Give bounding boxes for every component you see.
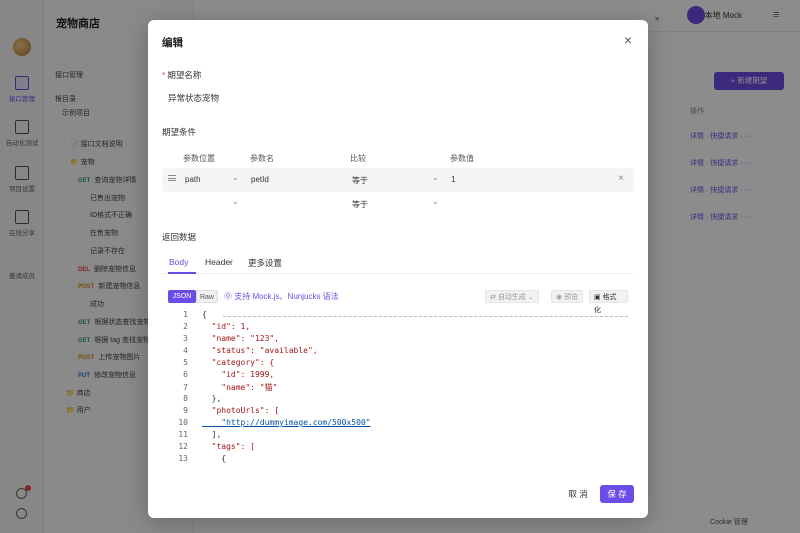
chevron-down-icon[interactable]: ⌄	[232, 197, 239, 206]
format-button[interactable]: ▣ 格式化	[589, 290, 628, 314]
delete-row-icon[interactable]: ×	[618, 173, 624, 184]
cancel-button[interactable]: 取 消	[560, 485, 596, 503]
code-line: 4 "status": "available",	[183, 346, 318, 355]
param-name-input[interactable]: petId	[251, 175, 269, 184]
col-value: 参数值	[450, 154, 474, 163]
code-line: 7 "name": "猫"	[183, 383, 278, 392]
code-line: 8 },	[183, 394, 222, 403]
drag-handle-icon[interactable]	[168, 175, 176, 181]
code-line: 3 "name": "123",	[183, 334, 280, 343]
code-line: 13 {	[178, 454, 227, 463]
code-line: 2 "id": 1,	[183, 322, 251, 331]
code-line: 12 "tags": [	[178, 442, 255, 451]
edit-modal: 编辑 × * 期望名称 异常状态宠物 期望条件 参数位置 参数名 比较 参数值 p…	[148, 20, 648, 518]
code-line: 6 "id": 1999,	[183, 370, 275, 379]
tab-header[interactable]: Header	[205, 257, 233, 267]
json-code-editor[interactable]: 1{ 2 "id": 1, 3 "name": "123", 4 "status…	[168, 310, 630, 478]
syntax-help-link[interactable]: ⓪ 支持 Mock.js、Nunjucks 语法	[224, 291, 339, 302]
position-select[interactable]: path	[185, 175, 201, 184]
param-value-input[interactable]: 1	[451, 175, 455, 184]
code-line: 9 "photoUrls": [	[183, 406, 280, 415]
active-tab-indicator	[168, 272, 196, 274]
condition-row: path ⌄ petId 等于 ⌄ 1 ×	[162, 168, 634, 192]
conditions-label: 期望条件	[162, 127, 197, 137]
name-label: * 期望名称	[162, 70, 202, 80]
tab-more-settings[interactable]: 更多设置	[248, 257, 282, 269]
response-tabs: Body Header 更多设置	[162, 252, 634, 274]
col-compare: 比较	[350, 154, 366, 163]
chevron-down-icon[interactable]: ⌄	[432, 173, 439, 182]
editor-toolbar: JSON Raw ⓪ 支持 Mock.js、Nunjucks 语法 ⇄ 自动生成…	[168, 290, 628, 314]
code-line: 1{	[183, 310, 207, 319]
save-button[interactable]: 保 存	[600, 485, 634, 503]
condition-row: ⌄ 等于 ⌄	[162, 192, 634, 216]
indent-guide	[223, 316, 628, 317]
json-toggle[interactable]: JSON	[168, 290, 196, 303]
close-icon[interactable]: ×	[622, 33, 634, 47]
code-line: 11 ],	[178, 430, 222, 439]
compare-select[interactable]: 等于	[352, 175, 368, 186]
chevron-down-icon[interactable]: ⌄	[232, 173, 239, 182]
chevron-down-icon[interactable]: ⌄	[432, 197, 439, 206]
auto-generate-button[interactable]: ⇄ 自动生成 ⌄	[485, 290, 539, 303]
tab-body[interactable]: Body	[169, 257, 188, 267]
preview-button[interactable]: ◉ 预览	[551, 290, 584, 303]
raw-toggle[interactable]: Raw	[196, 290, 218, 303]
return-data-label: 返回数据	[162, 232, 197, 242]
code-line: 10 "http://dummyimage.com/500x500"	[178, 418, 371, 427]
col-name: 参数名	[250, 154, 274, 163]
name-field[interactable]: 异常状态宠物	[168, 92, 219, 104]
col-position: 参数位置	[183, 154, 215, 163]
code-line: 5 "category": {	[183, 358, 275, 367]
modal-title: 编辑	[162, 37, 183, 49]
compare-select[interactable]: 等于	[352, 199, 368, 210]
